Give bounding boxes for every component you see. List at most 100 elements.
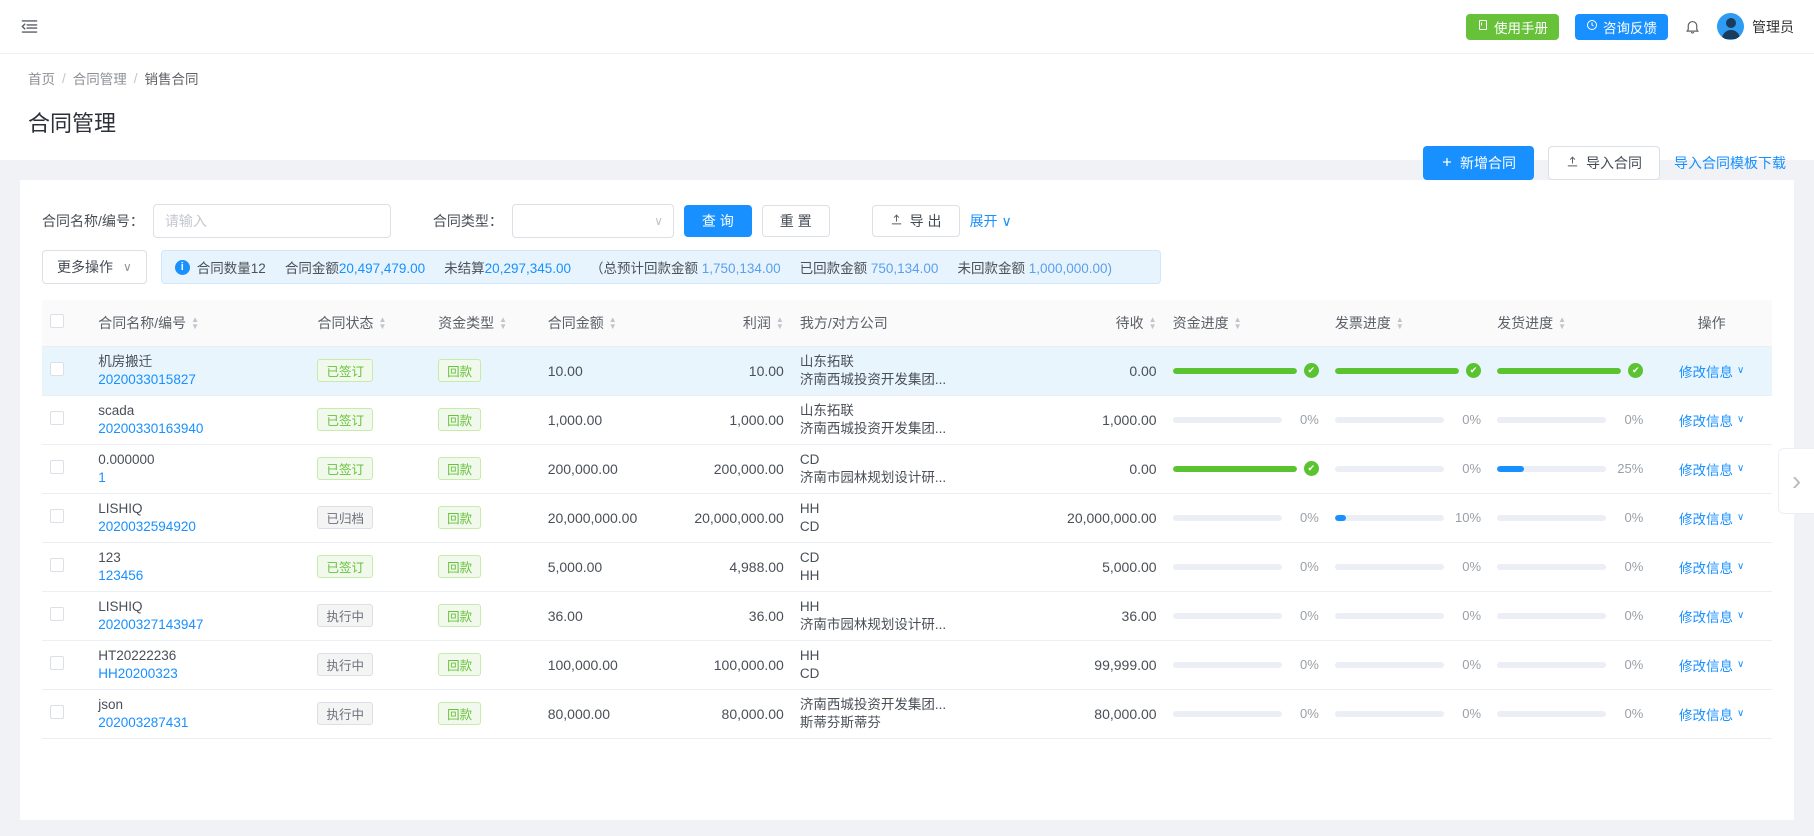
summary-unsettled: 未结算20,297,345.00 [444,261,572,276]
edit-info-action[interactable]: 修改信息 ∨ [1659,557,1764,577]
th-profit[interactable]: 利润 ▲ ▼ [660,300,792,347]
user-menu[interactable]: 管理员 [1717,13,1794,40]
sort-icon[interactable]: ▲ ▼ [1149,315,1157,330]
contract-code-link[interactable]: 2020033015827 [98,370,301,389]
row-checkbox[interactable] [50,656,64,670]
row-checkbox[interactable] [50,558,64,572]
row-checkbox[interactable] [50,509,64,523]
contract-code-link[interactable]: 2020032594920 [98,517,301,536]
sort-icon[interactable]: ▲ ▼ [1558,315,1566,330]
table-row[interactable]: HT20222236 HH20200323 执行中 回款 100,000.00 100,0… [42,640,1772,690]
th-delivery-progress[interactable]: 发货进度 ▲ ▼ [1489,300,1652,347]
feedback-button[interactable]: 咨询反馈 [1575,13,1668,40]
sort-icon[interactable]: ▲ ▼ [1396,315,1404,330]
contract-code-link[interactable]: 1 [98,468,301,487]
th-company: 我方/对方公司 [791,300,1044,347]
cell-invoice-progress: 10% [1326,493,1490,543]
th-status-label: 合同状态 [317,314,374,331]
delivery-progress-bar [1497,612,1607,619]
edit-info-label: 修改信息 [1679,511,1733,527]
contract-name-input[interactable] [152,204,391,238]
import-contract-button[interactable]: 导入合同 [1548,146,1660,180]
contract-code-link[interactable]: 20200327143947 [98,615,301,634]
cell-receivable: 36.00 [1043,591,1165,641]
page-header-actions: 新增合同 导入合同 导入合同模板下载 [1423,146,1786,180]
sort-icon[interactable]: ▲ ▼ [609,315,617,330]
sort-icon[interactable]: ▲ ▼ [378,315,386,330]
th-fund-type[interactable]: 资金类型 ▲ ▼ [430,300,540,347]
contract-code-link[interactable]: HH20200323 [98,664,301,683]
company-self: 山东拓联 [799,402,854,418]
cell-amount: 100,000.00 [539,640,661,690]
sort-icon[interactable]: ▲ ▼ [191,315,199,330]
th-status[interactable]: 合同状态 ▲ ▼ [309,300,431,347]
th-receivable[interactable]: 待收 ▲ ▼ [1043,300,1165,347]
contract-name: 0.000000 [98,451,155,467]
contract-code-link[interactable]: 20200330163940 [98,419,301,438]
table-row[interactable]: LISHIQ 20200327143947 执行中 回款 36.00 36.00 HH 济南市… [42,591,1772,641]
reset-button[interactable]: 重 置 [761,205,830,237]
row-checkbox[interactable] [50,362,64,376]
th-name[interactable]: 合同名称/编号 ▲ ▼ [90,300,310,347]
cell-fund-type: 回款 [430,493,540,543]
contract-code-link[interactable]: 123456 [98,566,301,585]
search-button[interactable]: 查 询 [683,205,752,237]
edit-info-action[interactable]: 修改信息 ∨ [1659,655,1764,675]
cell-delivery-progress: 0% [1489,689,1652,739]
table-row[interactable]: 0.000000 1 已签订 回款 200,000.00 200,000.00 CD 济南市园… [42,444,1772,494]
breadcrumb-separator: / [133,70,138,86]
row-checkbox[interactable] [50,607,64,621]
th-amount[interactable]: 合同金额 ▲ ▼ [539,300,661,347]
contract-name: LISHIQ [98,598,143,614]
bell-icon[interactable] [1684,18,1701,35]
breadcrumb-item-home[interactable]: 首页 [28,68,55,88]
expand-filters-toggle[interactable]: 展开 ∨ [970,211,1012,231]
cell-amount: 36.00 [539,591,661,641]
chevron-down-icon: ∨ [1737,463,1745,474]
manual-button[interactable]: 使用手册 [1466,13,1559,40]
table-row[interactable]: 机房搬迁 2020033015827 已签订 回款 10.00 10.00 山东拓联 济南西城… [42,346,1772,396]
table-row[interactable]: LISHIQ 2020032594920 已归档 回款 20,000,000.00 20,… [42,493,1772,543]
row-checkbox[interactable] [50,705,64,719]
table-row[interactable]: json 202003287431 执行中 回款 80,000.00 80,000.00 济… [42,689,1772,739]
chevron-down-icon: ∨ [1737,610,1745,621]
edit-info-action[interactable]: 修改信息 ∨ [1659,508,1764,528]
row-checkbox[interactable] [50,460,64,474]
menu-fold-icon[interactable] [16,14,42,40]
table-row[interactable]: 123 123456 已签订 回款 5,000.00 4,988.00 CD HH 5,000.… [42,542,1772,592]
edit-info-action[interactable]: 修改信息 ∨ [1659,410,1764,430]
cell-operation: 修改信息 ∨ [1651,346,1772,396]
more-actions-button[interactable]: 更多操作 ∨ [42,250,147,284]
edit-info-action[interactable]: 修改信息 ∨ [1659,459,1764,479]
cell-select [42,346,91,396]
select-all-checkbox[interactable] [50,314,64,329]
edit-info-action[interactable]: 修改信息 ∨ [1659,606,1764,626]
table-row[interactable]: scada 20200330163940 已签订 回款 1,000.00 1,000.00… [42,395,1772,445]
cell-company: HH CD [791,640,1044,690]
contract-type-select[interactable]: ∨ [511,204,674,238]
breadcrumb-item-contract-mgmt[interactable]: 合同管理 [73,68,127,88]
contract-code-link[interactable]: 202003287431 [98,713,301,732]
edit-info-action[interactable]: 修改信息 ∨ [1659,704,1764,724]
sort-icon[interactable]: ▲ ▼ [1234,315,1242,330]
cell-select [42,689,91,739]
row-checkbox[interactable] [50,411,64,425]
add-contract-button[interactable]: 新增合同 [1423,146,1534,180]
edit-info-action[interactable]: 修改信息 ∨ [1659,361,1764,381]
fund-type-badge: 回款 [438,457,482,480]
export-button[interactable]: 导 出 [871,205,960,237]
th-invoice-progress[interactable]: 发票进度 ▲ ▼ [1326,300,1490,347]
chevron-right-icon[interactable]: › [1778,448,1814,514]
sort-icon[interactable]: ▲ ▼ [776,315,784,330]
import-template-link[interactable]: 导入合同模板下载 [1674,153,1786,173]
th-fund-progress[interactable]: 资金进度 ▲ ▼ [1164,300,1327,347]
delivery-progress-percent: 0% [1624,608,1644,623]
cell-status: 执行中 [309,591,431,641]
company-other: 济南市园林规划设计研... [799,616,947,632]
sort-icon[interactable]: ▲ ▼ [499,315,507,330]
th-fund-type-label: 资金类型 [438,314,495,331]
cell-operation: 修改信息 ∨ [1651,542,1772,592]
table-body: 机房搬迁 2020033015827 已签订 回款 10.00 10.00 山东拓联 济南西城… [42,346,1772,739]
chevron-down-icon: ∨ [1737,659,1745,670]
th-name-label: 合同名称/编号 [98,314,187,331]
